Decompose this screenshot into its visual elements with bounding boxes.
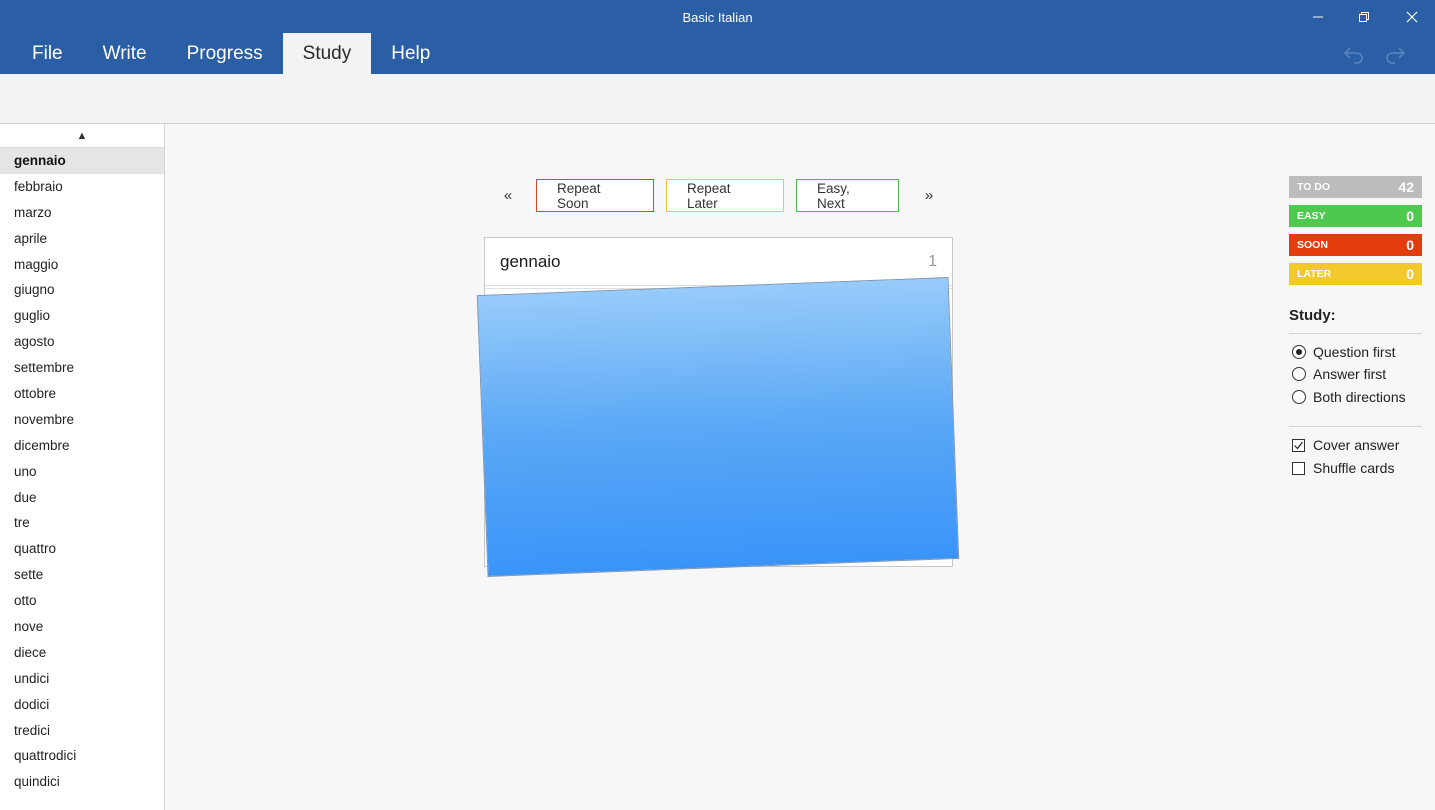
previous-card-button[interactable]: «	[496, 187, 520, 204]
word-list-item[interactable]: diece	[0, 640, 164, 666]
word-list-item[interactable]: marzo	[0, 200, 164, 226]
word-list-item[interactable]: sette	[0, 562, 164, 588]
scroll-up-button[interactable]: ▲	[0, 124, 164, 148]
minimize-button[interactable]	[1295, 4, 1341, 30]
stat-later-label: LATER	[1297, 268, 1332, 280]
word-list-item[interactable]: settembre	[0, 355, 164, 381]
divider	[1289, 426, 1422, 427]
menu-study[interactable]: Study	[282, 33, 372, 74]
card-question-word: gennaio	[500, 251, 561, 271]
word-list-item[interactable]: maggio	[0, 252, 164, 278]
checkbox-shuffle-cards[interactable]: Shuffle cards	[1292, 460, 1394, 476]
stat-easy-label: EASY	[1297, 210, 1326, 222]
menu-progress[interactable]: Progress	[167, 33, 283, 74]
word-list-item[interactable]: gennaio	[0, 148, 164, 174]
redo-icon[interactable]	[1383, 42, 1407, 66]
radio-both-directions-label: Both directions	[1313, 389, 1406, 405]
word-list-item[interactable]: quattrodici	[0, 743, 164, 769]
word-list-item[interactable]: otto	[0, 588, 164, 614]
radio-button[interactable]	[1292, 390, 1306, 404]
word-list-item[interactable]: giugno	[0, 277, 164, 303]
divider	[1289, 333, 1422, 334]
card-number: 1	[928, 252, 937, 270]
toolbar-area	[0, 74, 1435, 124]
radio-question-first[interactable]: Question first	[1292, 344, 1395, 360]
word-list-item[interactable]: tre	[0, 510, 164, 536]
checkbox-shuffle-cards-label: Shuffle cards	[1313, 460, 1395, 476]
repeat-later-button[interactable]: Repeat Later	[666, 179, 784, 212]
stat-later: LATER 0	[1289, 263, 1422, 285]
word-list-item[interactable]: tredici	[0, 718, 164, 744]
word-list-item[interactable]: due	[0, 485, 164, 511]
next-card-button[interactable]: »	[917, 187, 941, 204]
word-list-item[interactable]: dicembre	[0, 433, 164, 459]
stat-easy: EASY 0	[1289, 205, 1422, 227]
stat-todo-value: 42	[1398, 179, 1414, 195]
checkbox[interactable]	[1292, 461, 1305, 475]
word-list-item[interactable]: uno	[0, 459, 164, 485]
word-list-item[interactable]: ottobre	[0, 381, 164, 407]
rating-toolbar: « Repeat Soon Repeat Later Easy, Next »	[496, 179, 941, 212]
radio-question-first-label: Question first	[1313, 344, 1396, 360]
menu-file[interactable]: File	[12, 33, 83, 74]
menu-write[interactable]: Write	[83, 33, 167, 74]
word-list-item[interactable]: dodici	[0, 692, 164, 718]
stat-todo: TO DO 42	[1289, 176, 1422, 198]
checkbox[interactable]	[1292, 438, 1305, 452]
radio-button[interactable]	[1292, 367, 1306, 381]
repeat-soon-button[interactable]: Repeat Soon	[536, 179, 654, 212]
stats-panel: TO DO 42 EASY 0 SOON 0 LATER 0	[1289, 176, 1422, 292]
stat-later-value: 0	[1406, 266, 1414, 282]
word-list-item[interactable]: guglio	[0, 303, 164, 329]
easy-next-button[interactable]: Easy, Next	[796, 179, 899, 212]
word-list: gennaio febbraio marzo aprile maggio giugno gu…	[0, 148, 164, 795]
word-list-item[interactable]: febbraio	[0, 174, 164, 200]
checkbox-cover-answer[interactable]: Cover answer	[1292, 437, 1399, 453]
restore-button[interactable]	[1341, 4, 1387, 30]
checkbox-cover-answer-label: Cover answer	[1313, 437, 1400, 453]
stat-soon-label: SOON	[1297, 239, 1328, 251]
minimize-icon	[1313, 16, 1323, 18]
stat-soon-value: 0	[1406, 237, 1414, 253]
menu-bar: File Write Progress Study Help	[12, 33, 450, 74]
word-list-item[interactable]: agosto	[0, 329, 164, 355]
stat-soon: SOON 0	[1289, 234, 1422, 256]
word-list-item[interactable]: novembre	[0, 407, 164, 433]
close-icon	[1406, 11, 1418, 23]
radio-answer-first[interactable]: Answer first	[1292, 366, 1386, 382]
word-list-sidebar: ▲ gennaio febbraio marzo aprile maggio giugno…	[0, 124, 165, 810]
study-options-title: Study:	[1289, 307, 1336, 324]
radio-button[interactable]	[1292, 345, 1306, 359]
word-list-item[interactable]: quattro	[0, 536, 164, 562]
title-bar: Basic Italian File Write Progress Study …	[0, 0, 1435, 74]
close-button[interactable]	[1389, 4, 1435, 30]
radio-answer-first-label: Answer first	[1313, 366, 1387, 382]
radio-both-directions[interactable]: Both directions	[1292, 389, 1406, 405]
window-title: Basic Italian	[682, 10, 753, 25]
answer-cover-card[interactable]	[476, 277, 960, 577]
undo-icon[interactable]	[1342, 42, 1366, 66]
check-icon	[1294, 441, 1303, 449]
stat-todo-label: TO DO	[1297, 181, 1331, 193]
word-list-item[interactable]: quindici	[0, 769, 164, 795]
stat-easy-value: 0	[1406, 208, 1414, 224]
word-list-item[interactable]: undici	[0, 666, 164, 692]
word-list-item[interactable]: nove	[0, 614, 164, 640]
word-list-item[interactable]: aprile	[0, 226, 164, 252]
menu-help[interactable]: Help	[371, 33, 450, 74]
restore-icon	[1359, 12, 1369, 22]
